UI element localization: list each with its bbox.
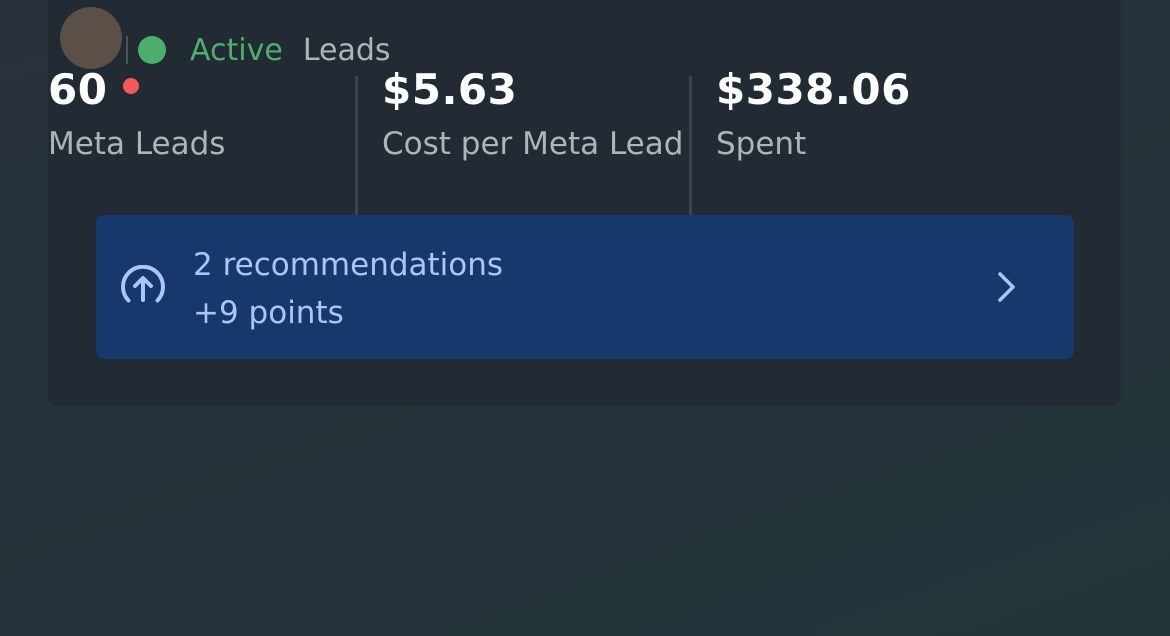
- metric-divider: [689, 76, 692, 230]
- arrow-up-circle-icon: [121, 265, 165, 303]
- status-divider: [126, 36, 128, 64]
- metric-meta-leads[interactable]: 60 Meta Leads: [48, 65, 354, 230]
- recommendations-button[interactable]: 2 recommendations +9 points: [96, 215, 1074, 359]
- recommendations-count: 2 recommendations: [193, 247, 504, 283]
- recommendations-text: 2 recommendations +9 points: [193, 241, 503, 337]
- metrics-row: 60 Meta Leads $5.63 Cost per Meta Lead $…: [48, 65, 1048, 230]
- meta-leads-label: Meta Leads: [48, 126, 226, 162]
- metric-divider: [355, 76, 358, 230]
- chevron-right-icon: [998, 272, 1015, 302]
- spent-value: $338.06: [716, 65, 911, 114]
- avatar: [60, 7, 122, 69]
- metric-value: $5.63: [382, 62, 688, 118]
- metric-spent[interactable]: $338.06 Spent: [716, 65, 1022, 230]
- active-status-icon: [138, 36, 166, 64]
- metric-value: $338.06: [716, 62, 1022, 118]
- meta-leads-value: 60: [48, 65, 108, 114]
- cost-per-lead-label: Cost per Meta Lead: [382, 126, 684, 162]
- cost-per-lead-value: $5.63: [382, 65, 518, 114]
- recommendations-points: +9 points: [193, 295, 344, 331]
- alert-dot-icon: [123, 78, 140, 94]
- spent-label: Spent: [716, 126, 807, 162]
- metric-value: 60: [48, 62, 354, 118]
- metric-cost-per-lead[interactable]: $5.63 Cost per Meta Lead: [382, 65, 688, 230]
